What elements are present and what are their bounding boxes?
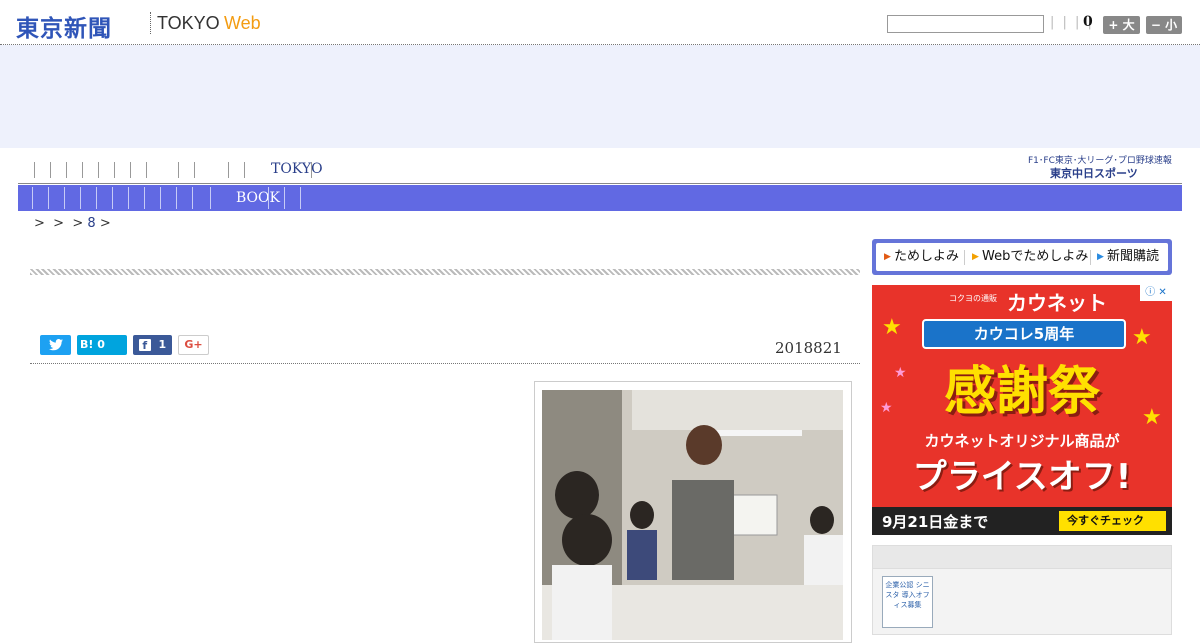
- nav-separator: [176, 187, 177, 209]
- ad-brand-name: カウネット: [1007, 291, 1107, 315]
- nav-separator: [160, 187, 161, 209]
- article-divider: [30, 363, 860, 364]
- sidebar-box: 企業公認 シニスタ 導入オフィス募集: [872, 545, 1172, 635]
- article-date: 2018821: [775, 339, 842, 357]
- triangle-icon: ▶: [884, 252, 891, 262]
- nav-separator: [146, 162, 147, 178]
- facebook-share-count: 1: [158, 338, 167, 351]
- search-input[interactable]: [887, 15, 1044, 33]
- nav-separator: [128, 187, 129, 209]
- nav-separator: [50, 162, 51, 178]
- trial-link-divider: [964, 250, 965, 265]
- nav-separator: [48, 187, 49, 209]
- top-ad-banner: [0, 45, 1200, 148]
- triangle-icon: ▶: [972, 252, 979, 262]
- nav-separator: [130, 162, 131, 178]
- office-badge[interactable]: 企業公認 シニスタ 導入オフィス募集: [882, 576, 933, 628]
- facebook-share-button[interactable]: f 1: [133, 335, 172, 355]
- classroom-photo-illustration: [542, 390, 843, 640]
- nav-separator: [98, 162, 99, 178]
- breadcrumb-separator: >: [72, 216, 84, 231]
- breadcrumb-separator: >: [53, 216, 65, 231]
- nav-separator: [96, 187, 97, 209]
- ad-deadline: 9月21日金まで: [882, 513, 989, 531]
- nav-separator: [82, 162, 83, 178]
- nav-separator: [114, 162, 115, 178]
- ad-ribbon: カウコレ5周年: [922, 319, 1126, 349]
- article-header-rule: [30, 269, 860, 275]
- nav-item-book[interactable]: BOOK: [236, 190, 280, 206]
- facebook-icon: f: [138, 339, 151, 352]
- google-plus-share-button[interactable]: G+: [178, 335, 209, 355]
- ad-info-close-icon[interactable]: ⓘ ✕: [1140, 285, 1172, 301]
- ad-brand-tagline: コクヨの通販: [949, 294, 997, 303]
- breadcrumb: > > > 8 >: [34, 216, 111, 231]
- article-photo[interactable]: [542, 390, 843, 640]
- kaunet-ad[interactable]: コクヨの通販 カウネット ⓘ ✕ カウコレ5周年 ★ ★ ★ ★ ★ 感謝祭 カ…: [872, 285, 1172, 535]
- chunichi-sports-logo[interactable]: 東京中日スポーツ: [1050, 165, 1138, 181]
- star-icon: ★: [882, 315, 902, 340]
- ad-cta-button[interactable]: 今すぐチェック: [1059, 511, 1166, 531]
- primary-nav: TOKYO: [18, 158, 1182, 184]
- trial-links-panel: ▶ ためしよみ ▶ Webでためしよみ ▶ 新聞購読: [872, 239, 1172, 275]
- nav-separator: [311, 162, 312, 178]
- ad-price-off: プライスオフ!: [912, 457, 1132, 497]
- font-size-increase-button[interactable]: + 大: [1103, 16, 1140, 34]
- nav-separator: [144, 187, 145, 209]
- site-header: 東京新聞 TOKYO Web | | | | 0 + 大 − 小: [0, 0, 1200, 45]
- trial-link-divider: [1090, 250, 1091, 265]
- trial-link-tameshiyomi[interactable]: ためしよみ: [894, 243, 959, 271]
- ad-footer: 9月21日金まで 今すぐチェック: [872, 507, 1172, 535]
- article-photo-frame: [534, 381, 852, 643]
- trial-link-web-tameshiyomi[interactable]: Webでためしよみ: [982, 243, 1088, 271]
- nav-separator: [210, 187, 211, 209]
- nav-separator: [194, 162, 195, 178]
- trial-links-inner: ▶ ためしよみ ▶ Webでためしよみ ▶ 新聞購読: [876, 243, 1168, 271]
- nav-separator: [64, 187, 65, 209]
- nav-item-tokyo[interactable]: TOKYO: [271, 161, 323, 177]
- twitter-icon: [48, 339, 63, 351]
- breadcrumb-separator: >: [34, 216, 45, 231]
- nav-separator: [178, 162, 179, 178]
- font-size-decrease-button[interactable]: − 小: [1146, 16, 1182, 34]
- trial-link-subscribe[interactable]: 新聞購読: [1107, 243, 1159, 271]
- nav-separator: [228, 162, 229, 178]
- nav-separator: [244, 162, 245, 178]
- nav-separator: [66, 162, 67, 178]
- ad-subline: カウネットオリジナル商品が: [924, 432, 1120, 450]
- hatena-bookmark-button[interactable]: B! 0: [77, 335, 127, 355]
- logo-divider: [150, 12, 151, 34]
- nav-separator: [80, 187, 81, 209]
- nav-separator: [300, 187, 301, 209]
- site-logo[interactable]: 東京新聞: [16, 9, 112, 43]
- breadcrumb-separator: >: [99, 216, 111, 231]
- nav-separator: [32, 187, 33, 209]
- nav-separator: [268, 187, 269, 209]
- logo-web-text[interactable]: Web: [224, 13, 261, 34]
- nav-separator: [34, 162, 35, 178]
- nav-separator: [284, 187, 285, 209]
- twitter-share-button[interactable]: [40, 335, 71, 355]
- nav-separator: [112, 187, 113, 209]
- logo-tokyo-text[interactable]: TOKYO: [157, 13, 220, 34]
- triangle-icon: ▶: [1097, 252, 1104, 262]
- ad-headline: 感謝祭: [943, 362, 1100, 422]
- star-icon: ★: [1132, 325, 1152, 350]
- nav-separator: [192, 187, 193, 209]
- sidebar-box-header: [873, 546, 1171, 569]
- secondary-nav: BOOK: [18, 185, 1182, 211]
- breadcrumb-item[interactable]: 8: [87, 216, 95, 231]
- count-display: 0: [1083, 14, 1093, 30]
